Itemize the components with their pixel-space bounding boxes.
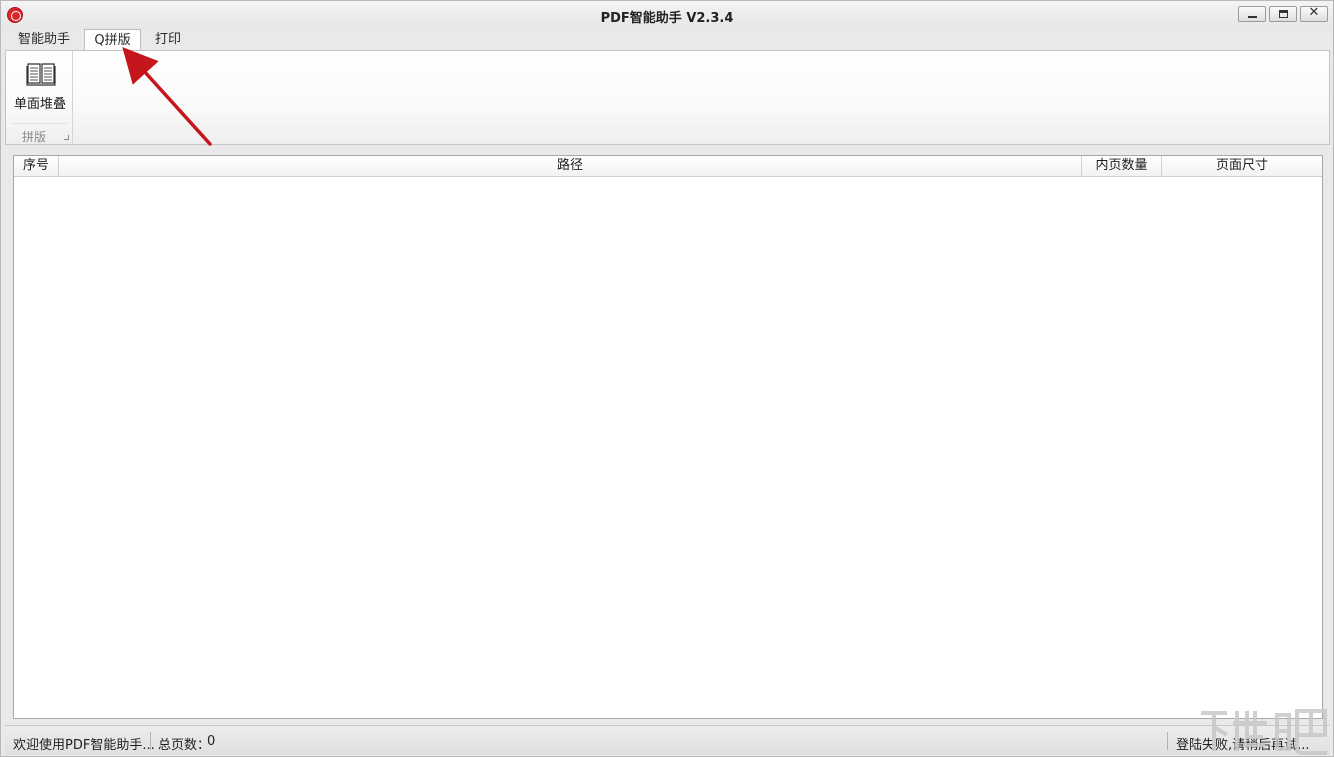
- column-header-page-size[interactable]: 页面尺寸: [1162, 156, 1322, 177]
- file-table[interactable]: 序号 路径 内页数量 页面尺寸: [13, 155, 1323, 719]
- column-header-path[interactable]: 路径: [59, 156, 1082, 177]
- app-window: PDF智能助手 V2.3.4 ✕ 智能助手 Q拼版 打印 单面堆叠 拼版 序号 …: [0, 0, 1334, 757]
- watermark-logo-icon: [1201, 709, 1327, 755]
- column-header-index[interactable]: 序号: [14, 156, 59, 177]
- window-title: PDF智能助手 V2.3.4: [600, 11, 734, 26]
- close-button[interactable]: ✕: [1300, 5, 1328, 22]
- status-divider: [1167, 732, 1168, 750]
- window-controls: ✕: [1238, 5, 1328, 22]
- ribbon-tabs: 智能助手 Q拼版 打印: [1, 29, 1333, 51]
- ribbon-group-imposition: 单面堆叠 拼版: [6, 51, 73, 144]
- close-icon: ✕: [1308, 5, 1320, 20]
- single-side-stack-label: 单面堆叠: [13, 97, 66, 112]
- title-bar[interactable]: PDF智能助手 V2.3.4 ✕: [1, 1, 1333, 29]
- status-divider: [150, 732, 151, 750]
- maximize-icon: [1279, 10, 1288, 18]
- minimize-button[interactable]: [1238, 6, 1266, 22]
- status-total-pages-label: 总页数：: [158, 738, 211, 753]
- ribbon-panel: 单面堆叠 拼版: [5, 50, 1330, 145]
- status-bar: 欢迎使用PDF智能助手... 总页数： 0 登陆失败,请稍后再试...: [5, 725, 1330, 755]
- tab-print[interactable]: 打印: [147, 29, 189, 51]
- group-dialog-launcher-icon[interactable]: [64, 135, 69, 140]
- single-side-stack-button[interactable]: 单面堆叠: [9, 55, 71, 115]
- maximize-button[interactable]: [1269, 6, 1297, 22]
- status-welcome: 欢迎使用PDF智能助手...: [13, 738, 155, 753]
- table-header: 序号 路径 内页数量 页面尺寸: [14, 156, 1322, 177]
- group-divider: [12, 123, 67, 124]
- minimize-icon: [1248, 16, 1257, 18]
- column-header-page-count[interactable]: 内页数量: [1082, 156, 1162, 177]
- ribbon-group-label: 拼版: [21, 130, 46, 144]
- status-total-pages-value: 0: [207, 734, 216, 749]
- tab-smart-assistant[interactable]: 智能助手: [11, 29, 77, 51]
- tab-imposition[interactable]: Q拼版: [84, 29, 141, 51]
- open-book-icon: [26, 63, 56, 86]
